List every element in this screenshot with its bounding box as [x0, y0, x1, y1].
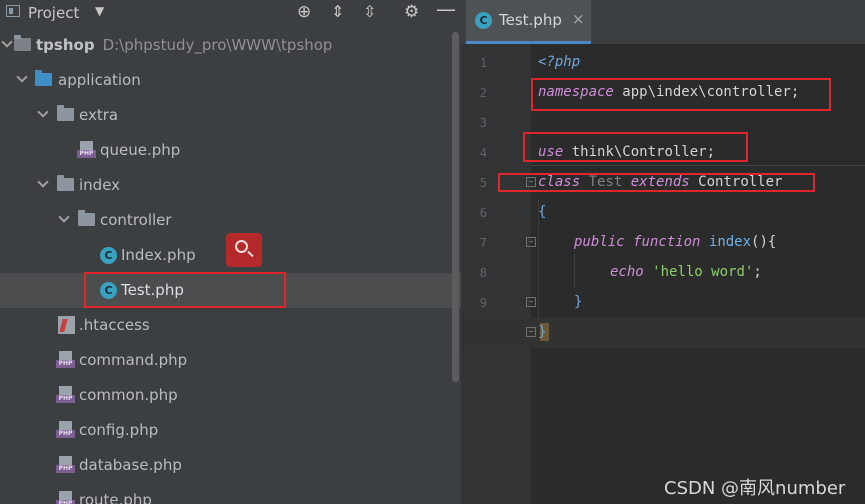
code-line[interactable]: public function index(){ — [574, 234, 776, 250]
tree-item-queue-php[interactable]: PHP queue.php — [0, 133, 461, 168]
code-line[interactable]: { — [538, 204, 546, 220]
php-file-icon: PHP — [56, 456, 75, 473]
tree-item-index[interactable]: index — [0, 168, 461, 203]
tab-label: Test.php — [499, 11, 562, 29]
tree-item-label: Index.php — [121, 246, 196, 264]
indent-guide — [574, 254, 575, 288]
tab-test-php[interactable]: C Test.php × — [466, 0, 591, 44]
code-line[interactable]: echo 'hello word'; — [610, 264, 762, 280]
line-number: 2 — [479, 86, 487, 100]
tree-item-label: index — [79, 176, 121, 194]
tree-item-htaccess[interactable]: .htaccess — [0, 308, 461, 343]
collapse-all-icon[interactable]: ⇳ — [363, 3, 376, 21]
chevron-down-icon[interactable] — [37, 106, 49, 118]
line-number: 8 — [479, 266, 487, 280]
highlight-box — [531, 78, 831, 111]
tree-item-route-php[interactable]: PHP route.php — [0, 483, 461, 504]
folder-icon — [14, 35, 31, 51]
tree-item-label: command.php — [79, 351, 188, 369]
folder-icon — [57, 175, 74, 191]
minimize-icon[interactable]: — — [436, 0, 456, 19]
htaccess-file-icon — [58, 316, 75, 334]
chevron-down-icon[interactable] — [37, 176, 49, 188]
code-line[interactable]: } — [574, 294, 582, 310]
tree-item-application[interactable]: application — [0, 63, 461, 98]
line-number-gutter: 1 2 3 4 5 6 7 8 9 10 — [461, 44, 531, 504]
tree-item-label: database.php — [79, 456, 182, 474]
project-panel: Project ▼ ⊕ ⇕ ⇳ ⚙ — tpshop D:\phpstudy_pr… — [0, 0, 461, 504]
php-file-icon: PHP — [56, 421, 75, 438]
project-window-icon — [6, 5, 20, 17]
current-line-highlight — [461, 318, 865, 348]
project-scrollbar[interactable] — [452, 32, 459, 382]
code-editor: C Test.php × 1 2 3 4 5 6 7 8 9 10 <?php … — [461, 0, 865, 504]
search-icon — [235, 240, 248, 253]
fold-icon[interactable] — [526, 327, 536, 337]
watermark-text: CSDN @南风number — [664, 478, 846, 499]
php-file-icon: PHP — [56, 386, 75, 403]
tree-item-label: common.php — [79, 386, 178, 404]
fold-icon[interactable] — [526, 297, 536, 307]
tree-item-label: tpshop — [36, 36, 95, 54]
chevron-down-icon[interactable] — [1, 36, 13, 48]
highlight-box — [84, 272, 286, 308]
tree-item-extra[interactable]: extra — [0, 98, 461, 133]
php-file-icon: PHP — [56, 491, 75, 504]
search-overlay-button[interactable] — [226, 233, 262, 267]
tree-item-config-php[interactable]: PHP config.php — [0, 413, 461, 448]
line-number: 1 — [479, 56, 487, 70]
fold-icon[interactable] — [526, 237, 536, 247]
editor-tab-bar: C Test.php × — [461, 0, 865, 44]
code-line[interactable]: <?php — [538, 54, 580, 70]
chevron-down-icon[interactable] — [58, 211, 70, 223]
folder-icon — [35, 70, 52, 86]
php-class-icon: C — [100, 247, 117, 264]
crosshair-icon[interactable]: ⊕ — [297, 3, 311, 21]
line-number: 9 — [479, 296, 487, 310]
folder-icon — [57, 105, 74, 121]
tree-item-label: config.php — [79, 421, 159, 439]
tree-item-command-php[interactable]: PHP command.php — [0, 343, 461, 378]
chevron-down-icon[interactable]: ▼ — [95, 4, 104, 18]
line-number: 4 — [479, 146, 487, 160]
chevron-down-icon[interactable] — [16, 71, 28, 83]
php-class-icon: C — [475, 12, 492, 29]
line-number: 7 — [479, 236, 487, 250]
project-view-selector[interactable]: Project — [28, 4, 79, 22]
php-file-icon: PHP — [77, 141, 96, 158]
method-separator — [531, 165, 865, 166]
tree-item-label: queue.php — [100, 141, 181, 159]
line-number: 3 — [479, 116, 487, 130]
tree-item-label: application — [58, 71, 141, 89]
expand-all-icon[interactable]: ⇕ — [331, 3, 344, 21]
gear-icon[interactable]: ⚙ — [404, 3, 419, 21]
highlight-box — [498, 173, 815, 192]
folder-icon — [78, 210, 95, 226]
tree-item-database-php[interactable]: PHP database.php — [0, 448, 461, 483]
tree-item-tpshop[interactable]: tpshop D:\phpstudy_pro\WWW\tpshop — [0, 28, 461, 63]
tree-item-common-php[interactable]: PHP common.php — [0, 378, 461, 413]
highlight-box — [523, 132, 748, 162]
line-number: 6 — [479, 206, 487, 220]
code-line[interactable]: } — [538, 324, 546, 340]
close-icon[interactable]: × — [572, 10, 585, 28]
tree-item-label: controller — [100, 211, 172, 229]
project-panel-header: Project ▼ ⊕ ⇕ ⇳ ⚙ — — [0, 0, 461, 26]
project-path: D:\phpstudy_pro\WWW\tpshop — [102, 36, 333, 54]
tree-item-label: extra — [79, 106, 119, 124]
tree-item-label: .htaccess — [79, 316, 150, 334]
tree-item-label: route.php — [79, 491, 152, 504]
line-number: 5 — [479, 176, 487, 190]
php-file-icon: PHP — [56, 351, 75, 368]
